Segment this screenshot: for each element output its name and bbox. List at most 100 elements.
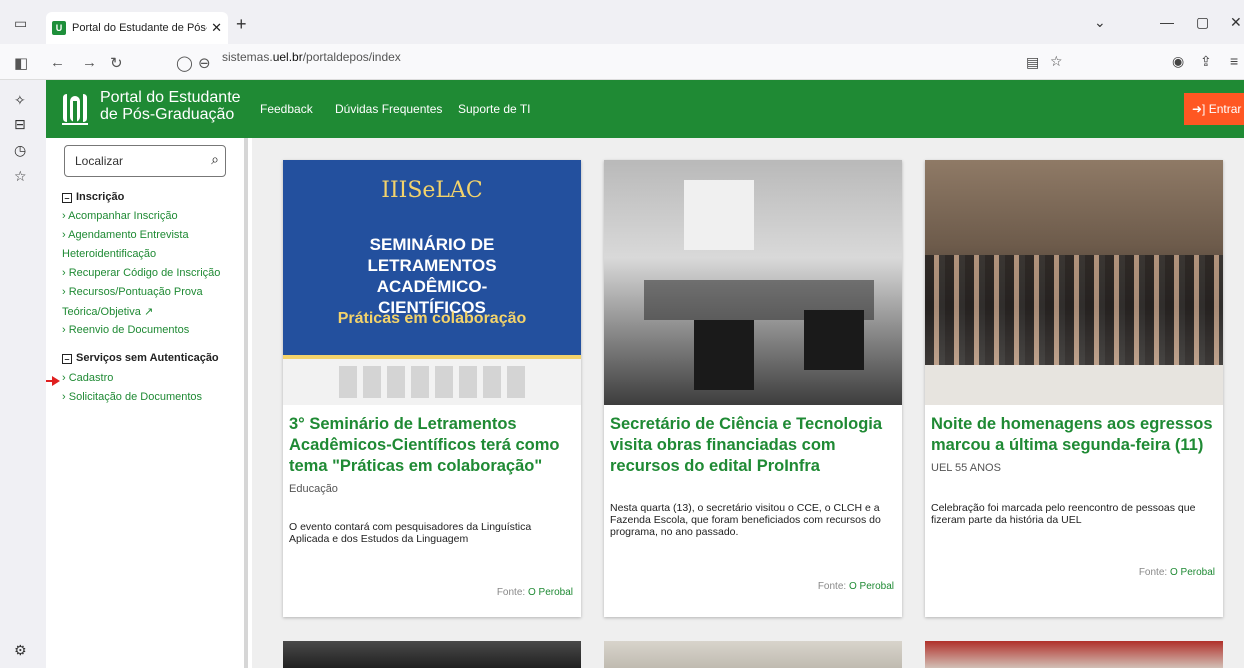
link-label: Recuperar Código de Inscrição: [68, 267, 221, 279]
source-label: Fonte:: [817, 581, 847, 592]
back-icon[interactable]: ←: [50, 54, 65, 71]
section-servicos[interactable]: – Serviços sem Autenticação: [62, 352, 219, 364]
reload-icon[interactable]: ↻: [110, 54, 123, 72]
link-recursos-pontuacao[interactable]: › Recursos/Pontuação Prova: [62, 286, 203, 298]
section-inscricao[interactable]: – Inscrição: [62, 191, 124, 203]
news-card[interactable]: IIISeLAC SEMINÁRIO DE LETRAMENTOS ACADÊM…: [283, 160, 581, 617]
chevron-down-icon[interactable]: ⌄: [1094, 14, 1106, 31]
web-page: Portal do Estudante de Pós-Graduação Fee…: [46, 80, 1244, 668]
login-button[interactable]: ➜] Entrar: [1184, 93, 1244, 125]
left-navigation: Localizar ⌕ – Inscrição › Acompanhar Insc…: [46, 138, 248, 668]
news-card[interactable]: Noite de homenagens aos egressos marcou …: [925, 160, 1223, 617]
link-recuperar-codigo[interactable]: › Recuperar Código de Inscrição: [62, 267, 220, 279]
link-label: Solicitação de Documentos: [68, 391, 203, 403]
link-label: Recursos/Pontuação Prova: [68, 286, 203, 298]
search-placeholder: Localizar: [75, 154, 124, 168]
bookmarks-icon[interactable]: ☆: [14, 168, 27, 185]
card-source: Fonte: O Perobal: [818, 581, 894, 592]
site-header: Portal do Estudante de Pós-Graduação Fee…: [46, 80, 1244, 138]
browser-toolbar: ◧ ← → ↻ ◯ ⊖ ▤ ☆ ◉ ⇪ ≡: [0, 44, 1244, 80]
tab-title: Portal do Estudante de Pós-Gra: [72, 22, 207, 34]
synced-tabs-icon[interactable]: ⊟: [14, 116, 26, 133]
poster-brand: IIISeLAC: [381, 178, 483, 203]
sidebar-toggle-icon[interactable]: ◧: [14, 54, 28, 72]
nav-feedback[interactable]: Feedback: [260, 102, 313, 116]
source-link[interactable]: O Perobal: [528, 587, 573, 598]
link-cadastro[interactable]: › Cadastro: [62, 372, 113, 384]
news-card-partial[interactable]: [283, 641, 581, 668]
nav-faq[interactable]: Dúvidas Frequentes: [335, 102, 442, 116]
link-solicitacao-documentos[interactable]: › Solicitação de Documentos: [62, 391, 202, 403]
site-brand[interactable]: Portal do Estudante de Pós-Graduação: [100, 89, 241, 123]
uel-logo-icon[interactable]: [60, 92, 90, 126]
news-card-partial[interactable]: [925, 641, 1223, 668]
ai-chat-icon[interactable]: ✧: [14, 92, 26, 109]
external-link-icon: ↗: [143, 306, 154, 318]
source-label: Fonte:: [1138, 567, 1168, 578]
tab-list-icon[interactable]: ▭: [14, 15, 27, 32]
card-category: UEL 55 ANOS: [931, 462, 1001, 474]
close-window-icon[interactable]: ✕: [1230, 14, 1242, 31]
url-path: /portaldepos/index: [302, 50, 401, 64]
login-icon: ➜]: [1192, 102, 1206, 116]
section-title: Serviços sem Autenticação: [76, 352, 219, 364]
source-label: Fonte:: [496, 587, 526, 598]
nav-it-support[interactable]: Suporte de TI: [458, 102, 531, 116]
login-label: Entrar: [1208, 102, 1242, 116]
close-tab-icon[interactable]: ✕: [211, 20, 222, 36]
link-acompanhar-inscricao[interactable]: › Acompanhar Inscrição: [62, 210, 178, 222]
poster-subtitle: Práticas em colaboração: [337, 310, 527, 327]
card-source: Fonte: O Perobal: [497, 587, 573, 598]
url-domain: uel.br: [272, 50, 303, 64]
forward-icon[interactable]: →: [82, 54, 97, 71]
search-input[interactable]: Localizar ⌕: [64, 145, 226, 177]
lock-icon[interactable]: ⊖: [198, 54, 211, 72]
news-card[interactable]: Secretário de Ciência e Tecnologia visit…: [604, 160, 902, 617]
section-title: Inscrição: [76, 191, 125, 203]
card-description: O evento contará com pesquisadores da Li…: [289, 521, 532, 545]
news-content: IIISeLAC SEMINÁRIO DE LETRAMENTOS ACADÊM…: [252, 138, 1244, 668]
link-agendamento-entrevista[interactable]: › Agendamento Entrevista: [62, 229, 189, 241]
settings-gear-icon[interactable]: ⚙: [14, 642, 27, 659]
uel-favicon-icon: U: [52, 21, 66, 35]
link-label: Heteroidentificação: [62, 248, 157, 260]
card-title[interactable]: Secretário de Ciência e Tecnologia visit…: [610, 414, 896, 477]
restore-icon[interactable]: ▢: [1196, 14, 1209, 31]
link-teorica-objetiva[interactable]: Teórica/Objetiva ↗: [62, 305, 153, 318]
card-title[interactable]: Noite de homenagens aos egressos marcou …: [931, 414, 1217, 456]
minimize-icon[interactable]: —: [1160, 14, 1174, 30]
account-icon[interactable]: ◉: [1172, 53, 1184, 70]
link-label: Acompanhar Inscrição: [68, 210, 178, 222]
card-title[interactable]: 3° Seminário de Letramentos Acadêmicos-C…: [289, 414, 575, 477]
url-prefix: sistemas.: [222, 50, 273, 64]
search-icon[interactable]: ⌕: [211, 151, 219, 168]
browser-tab-bar: ▭ U Portal do Estudante de Pós-Gra ✕ + ⌄…: [0, 0, 1244, 44]
link-heteroidentificacao[interactable]: Heteroidentificação: [62, 248, 156, 260]
source-link[interactable]: O Perobal: [1170, 567, 1215, 578]
source-link[interactable]: O Perobal: [849, 581, 894, 592]
link-label: Agendamento Entrevista: [68, 229, 189, 241]
seminar-poster-image: IIISeLAC SEMINÁRIO DE LETRAMENTOS ACADÊM…: [283, 160, 581, 405]
url-field[interactable]: sistemas.uel.br/portaldepos/index: [222, 50, 401, 64]
card-description: Celebração foi marcada pelo reencontro d…: [931, 502, 1196, 526]
poster-title: SEMINÁRIO DE LETRAMENTOS ACADÊMICO-CIENT…: [367, 235, 497, 317]
browser-tab[interactable]: U Portal do Estudante de Pós-Gra ✕: [46, 12, 228, 44]
card-source: Fonte: O Perobal: [1139, 567, 1215, 578]
browser-sidebar: ✧ ⊟ ◷ ☆ ⚙: [0, 80, 46, 668]
history-icon[interactable]: ◷: [14, 142, 26, 159]
menu-icon[interactable]: ≡: [1230, 53, 1238, 69]
link-reenvio-documentos[interactable]: › Reenvio de Documentos: [62, 324, 189, 336]
card-category: Educação: [289, 483, 338, 495]
reader-view-icon[interactable]: ▤: [1026, 54, 1039, 71]
link-label: Reenvio de Documentos: [68, 324, 190, 336]
shield-icon[interactable]: ◯: [176, 54, 193, 72]
brand-line-1: Portal do Estudante: [100, 89, 241, 106]
red-arrow-annotation-icon: [46, 376, 60, 386]
share-icon[interactable]: ⇪: [1200, 53, 1212, 70]
new-tab-icon[interactable]: +: [236, 14, 247, 35]
bookmark-star-icon[interactable]: ☆: [1050, 53, 1063, 70]
link-label: Teórica/Objetiva: [62, 306, 141, 318]
news-card-partial[interactable]: [604, 641, 902, 668]
alumni-event-photo-image: [925, 160, 1223, 405]
card-description: Nesta quarta (13), o secretário visitou …: [610, 502, 881, 538]
